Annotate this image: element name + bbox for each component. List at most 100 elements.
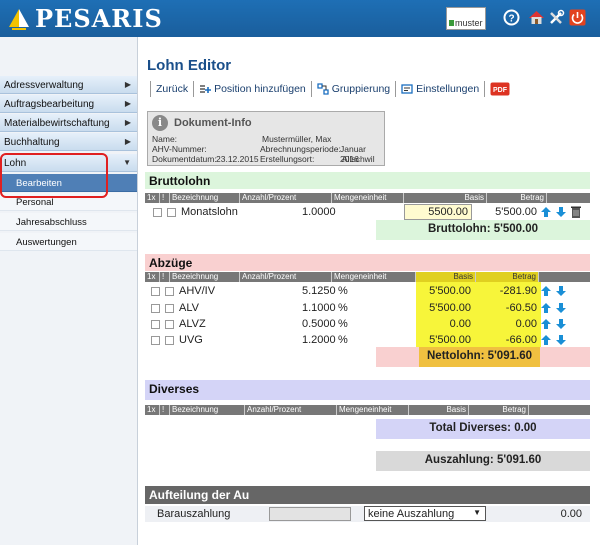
table-row: AHV/IV 5.1250 % 5'500.00 -281.90 <box>145 283 590 299</box>
col-actions <box>529 405 590 415</box>
aufteilung-row: Barauszahlung keine Auszahlung ▼ 0.00 <box>145 506 590 522</box>
row-bezeichnung: ALV <box>179 302 199 314</box>
row-checkbox[interactable] <box>151 304 160 313</box>
move-down-icon[interactable] <box>555 334 567 346</box>
trash-icon[interactable] <box>570 205 582 219</box>
chevron-right-icon: ▶ <box>124 137 131 146</box>
row-unit: % <box>338 302 348 314</box>
row-unit: % <box>338 334 348 346</box>
back-button[interactable]: Zurück <box>154 83 190 95</box>
row-betrag: 0.00 <box>515 318 537 330</box>
toolbar-divider <box>310 81 312 97</box>
col-anzahl: Anzahl/Prozent <box>240 193 332 203</box>
table-row: UVG 1.2000 % 5'500.00 -66.00 <box>145 332 590 348</box>
add-position-button[interactable]: Position hinzufügen <box>197 83 308 95</box>
bruttolohn-column-header: 1x ! Bezeichnung Anzahl/Prozent Mengenei… <box>145 193 590 203</box>
row-betrag: -281.90 <box>499 285 537 297</box>
col-anzahl: Anzahl/Prozent <box>240 272 332 282</box>
settings-button[interactable]: Einstellungen <box>399 83 481 95</box>
move-up-icon[interactable] <box>540 302 552 314</box>
barauszahlung-input[interactable] <box>269 507 351 521</box>
auszahlung-select[interactable]: keine Auszahlung ▼ <box>364 506 486 521</box>
move-up-icon[interactable] <box>540 334 552 346</box>
col-mengeneinheit: Mengeneinheit <box>332 193 404 203</box>
diverses-title: Diverses <box>145 380 590 400</box>
col-flag: ! <box>160 272 170 282</box>
move-up-icon[interactable] <box>540 318 552 330</box>
diverses-column-header: 1x ! Bezeichnung Anzahl/Prozent Mengenei… <box>145 405 590 415</box>
row-flag-checkbox[interactable] <box>165 304 174 313</box>
aufteilung-section: Aufteilung der Au Barauszahlung keine Au… <box>145 486 590 523</box>
help-icon[interactable]: ? <box>503 9 520 26</box>
row-flag-checkbox[interactable] <box>165 287 174 296</box>
move-down-icon[interactable] <box>555 285 567 297</box>
chevron-down-icon: ▼ <box>473 508 481 517</box>
sidebar-subitem-auswertungen[interactable]: Auswertungen <box>0 233 137 251</box>
name-value: Mustermüller, Max <box>262 134 332 144</box>
row-unit: % <box>338 318 348 330</box>
barauszahlung-label: Barauszahlung <box>157 508 231 520</box>
table-row: ALV 1.1000 % 5'500.00 -60.50 <box>145 300 590 316</box>
sidebar-item-adressverwaltung[interactable]: Adressverwaltung ▶ <box>0 76 137 94</box>
toolbar-divider <box>193 81 195 97</box>
svg-text:?: ? <box>508 14 514 25</box>
home-icon[interactable] <box>528 9 545 26</box>
row-basis: 5'500.00 <box>429 302 471 314</box>
move-down-icon[interactable] <box>555 206 567 218</box>
power-icon[interactable] <box>569 9 586 26</box>
toolbar-divider <box>395 81 397 97</box>
sidebar-subitem-jahresabschluss[interactable]: Jahresabschluss <box>0 213 137 231</box>
highlight-annotation <box>0 153 108 198</box>
add-position-label: Position hinzufügen <box>214 83 306 95</box>
pdf-button[interactable]: PDF <box>488 82 512 96</box>
row-checkbox[interactable] <box>153 208 162 217</box>
tools-icon[interactable] <box>548 9 565 26</box>
sidebar-item-auftragsbearbeitung[interactable]: Auftragsbearbeitung ▶ <box>0 95 137 113</box>
logo-text: PESARIS <box>35 4 163 33</box>
row-checkbox[interactable] <box>151 320 160 329</box>
info-icon: i <box>152 115 168 131</box>
row-flag-checkbox[interactable] <box>167 208 176 217</box>
move-down-icon[interactable] <box>555 318 567 330</box>
row-flag-checkbox[interactable] <box>165 320 174 329</box>
sidebar-item-materialbewirtschaftung[interactable]: Materialbewirtschaftung ▶ <box>0 114 137 132</box>
toolbar-divider <box>150 81 151 97</box>
row-checkbox[interactable] <box>151 287 160 296</box>
sidebar: Adressverwaltung ▶ Auftragsbearbeitung ▶ M… <box>0 37 138 545</box>
user-icon <box>449 20 454 26</box>
settings-label: Einstellungen <box>416 83 480 95</box>
move-up-icon[interactable] <box>540 285 552 297</box>
col-1x: 1x <box>145 193 160 203</box>
col-1x: 1x <box>145 405 160 415</box>
user-badge[interactable]: muster <box>446 7 486 30</box>
row-checkbox[interactable] <box>151 336 160 345</box>
logo-icon <box>9 8 29 30</box>
col-mengeneinheit: Mengeneinheit <box>337 405 409 415</box>
grouping-label: Gruppierung <box>331 83 391 95</box>
row-bezeichnung: ALVZ <box>179 318 206 330</box>
grouping-button[interactable]: Gruppierung <box>315 83 392 95</box>
row-flag-checkbox[interactable] <box>165 336 174 345</box>
period-label: Abrechnungsperiode: <box>260 144 341 154</box>
document-info-panel: i Dokument-Info Name: Mustermüller, Max … <box>147 111 385 166</box>
table-row: ALVZ 0.5000 % 0.00 0.00 <box>145 316 590 332</box>
row-basis: 5'500.00 <box>429 334 471 346</box>
row-betrag: -66.00 <box>505 334 537 346</box>
chevron-right-icon: ▶ <box>124 80 131 89</box>
toolbar: Zurück Position hinzufügen Gruppierung E… <box>147 80 512 98</box>
aufteilung-title: Aufteilung der Au <box>145 486 590 504</box>
sidebar-item-buchhaltung[interactable]: Buchhaltung ▶ <box>0 133 137 151</box>
pdf-icon: PDF <box>490 82 510 96</box>
chevron-down-icon: ▼ <box>123 158 131 167</box>
row-betrag: -60.50 <box>505 302 537 314</box>
abzuege-column-header: 1x ! Bezeichnung Anzahl/Prozent Mengenei… <box>145 272 590 282</box>
col-betrag: Betrag <box>487 193 547 203</box>
basis-input[interactable]: 5500.00 <box>404 204 472 220</box>
move-down-icon[interactable] <box>555 302 567 314</box>
nettolohn-total: Nettolohn: 5'091.60 <box>419 347 540 367</box>
top-bar: PESARIS muster ? <box>0 0 600 37</box>
move-up-icon[interactable] <box>540 206 552 218</box>
col-actions <box>547 193 590 203</box>
place-value: Allschwil <box>342 154 375 164</box>
place-label: Erstellungsort: <box>260 154 315 164</box>
